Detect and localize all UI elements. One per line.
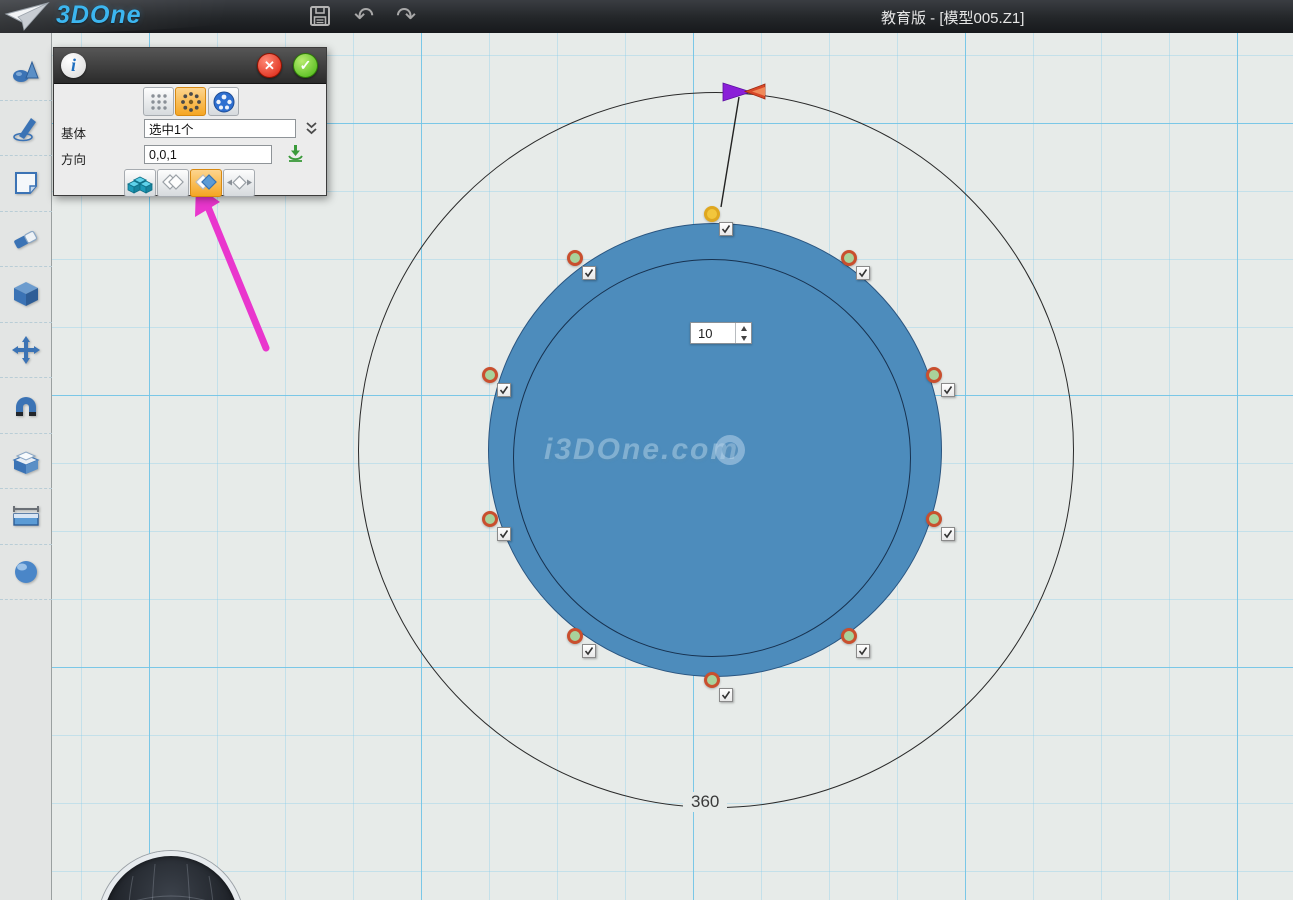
up-arrow-icon <box>741 326 747 331</box>
checkmark-icon <box>721 224 731 234</box>
sidebar-item-sketch-plane[interactable] <box>0 156 52 212</box>
save-button[interactable] <box>306 4 334 30</box>
sidebar-item-render[interactable] <box>0 545 52 601</box>
document-title: 教育版 - [模型005.Z1] <box>881 7 1024 28</box>
redo-button[interactable]: ↷ <box>392 4 420 30</box>
direction-pick-icon[interactable] <box>287 144 304 166</box>
solid-primitives-icon <box>11 57 41 87</box>
sidebar-item-section[interactable] <box>0 489 52 545</box>
section-bar-icon <box>11 501 41 531</box>
navball-wireframe <box>109 864 233 900</box>
sidebar-item-move[interactable] <box>0 323 52 379</box>
pattern-instance-marker[interactable] <box>926 367 942 383</box>
app-logo-icon <box>4 2 50 32</box>
spherical-pattern-icon <box>213 91 235 113</box>
watermark-logo-icon <box>715 435 745 465</box>
pattern-instance-checkbox[interactable] <box>497 527 511 541</box>
pattern-instance-marker[interactable] <box>841 628 857 644</box>
direction-field-label: 方向 <box>61 149 86 168</box>
leader-line <box>721 97 739 207</box>
diamond-arrows-icon <box>226 172 252 194</box>
watermark-text: i3DOne.com <box>544 433 739 466</box>
sidebar-item-assembly[interactable] <box>0 378 52 434</box>
sketch-pencil-icon <box>11 113 41 143</box>
pattern-instance-checkbox[interactable] <box>497 383 511 397</box>
spinner-up-button[interactable] <box>736 323 751 333</box>
linear-pattern-button[interactable] <box>143 87 174 116</box>
title-bar: 3DOne ↶ ↷ 教育版 - [模型005.Z1] <box>0 0 1293 33</box>
info-icon[interactable]: i <box>61 53 86 78</box>
linear-pattern-icon <box>149 92 169 112</box>
pattern-instance-checkbox[interactable] <box>719 688 733 702</box>
instance-count-input[interactable] <box>691 323 735 343</box>
stacked-instances-button[interactable] <box>124 169 156 197</box>
tool-sidebar <box>0 33 52 900</box>
sweep-angle-label: 360 <box>683 792 727 812</box>
pattern-instance-checkbox[interactable] <box>941 383 955 397</box>
save-icon <box>308 4 332 28</box>
circular-pattern-icon <box>180 91 202 113</box>
eraser-icon <box>11 224 41 254</box>
magnet-icon <box>11 390 41 420</box>
base-field-input[interactable] <box>144 119 296 138</box>
undo-button[interactable]: ↶ <box>350 4 378 30</box>
white-blue-diamond-icon <box>193 172 219 194</box>
pattern-instance-marker[interactable] <box>926 511 942 527</box>
redo-icon: ↷ <box>396 3 416 30</box>
circular-pattern-button[interactable] <box>175 87 206 116</box>
pattern-instance-checkbox[interactable] <box>856 644 870 658</box>
app-logo-text: 3DOne <box>56 1 142 30</box>
checkmark-icon <box>858 268 868 278</box>
rotation-handle[interactable] <box>660 75 800 220</box>
down-arrow-icon <box>741 336 747 341</box>
checkmark-icon <box>858 646 868 656</box>
checkmark-icon <box>943 385 953 395</box>
instance-count-box <box>690 322 752 344</box>
view-navigation-ball[interactable] <box>98 851 244 900</box>
pattern-instance-marker[interactable] <box>704 672 720 688</box>
expand-chevron-icon[interactable] <box>305 121 318 139</box>
checkmark-icon <box>584 268 594 278</box>
undo-icon: ↶ <box>354 3 374 30</box>
pattern-instance-checkbox[interactable] <box>856 266 870 280</box>
dialog-header: i ✕ ✓ <box>54 48 326 84</box>
sketch-plane-icon <box>11 168 41 198</box>
open-box-icon <box>11 446 41 476</box>
sidebar-item-sketch[interactable] <box>0 101 52 157</box>
pattern-instance-checkbox[interactable] <box>582 644 596 658</box>
pattern-dialog: i ✕ ✓ <box>53 47 327 196</box>
cancel-button[interactable]: ✕ <box>257 53 282 78</box>
move-arrows-icon <box>11 335 41 365</box>
sidebar-item-eraser[interactable] <box>0 212 52 268</box>
pattern-instance-marker-active[interactable] <box>704 206 720 222</box>
checkmark-icon <box>943 529 953 539</box>
pattern-instance-checkbox[interactable] <box>719 222 733 236</box>
base-field-label: 基体 <box>61 123 86 142</box>
pattern-instance-checkbox[interactable] <box>582 266 596 280</box>
direction-field-input[interactable] <box>144 145 272 164</box>
app-window: i3DOne.com 360 <box>0 0 1293 900</box>
alignment-aligned-button[interactable] <box>190 169 222 197</box>
double-diamond-icon <box>160 172 186 194</box>
pattern-instance-checkbox[interactable] <box>941 527 955 541</box>
count-spinner <box>735 323 751 343</box>
watermark: i3DOne.com <box>544 433 804 467</box>
stacked-cubes-icon <box>126 170 154 196</box>
alignment-arrows-button[interactable] <box>223 169 255 197</box>
navball-graphic <box>103 856 239 900</box>
pattern-instance-marker[interactable] <box>567 628 583 644</box>
alignment-none-button[interactable] <box>157 169 189 197</box>
sidebar-item-combine[interactable] <box>0 434 52 490</box>
spherical-pattern-button[interactable] <box>208 87 239 116</box>
spinner-down-button[interactable] <box>736 333 751 343</box>
render-sphere-icon <box>11 557 41 587</box>
checkmark-icon <box>499 529 509 539</box>
checkmark-icon <box>499 385 509 395</box>
checkmark-icon <box>721 690 731 700</box>
sidebar-item-solid-edit[interactable] <box>0 267 52 323</box>
checkmark-icon <box>584 646 594 656</box>
sidebar-item-primitives[interactable] <box>0 45 52 101</box>
solid-cube-icon <box>11 279 41 309</box>
confirm-button[interactable]: ✓ <box>293 53 318 78</box>
